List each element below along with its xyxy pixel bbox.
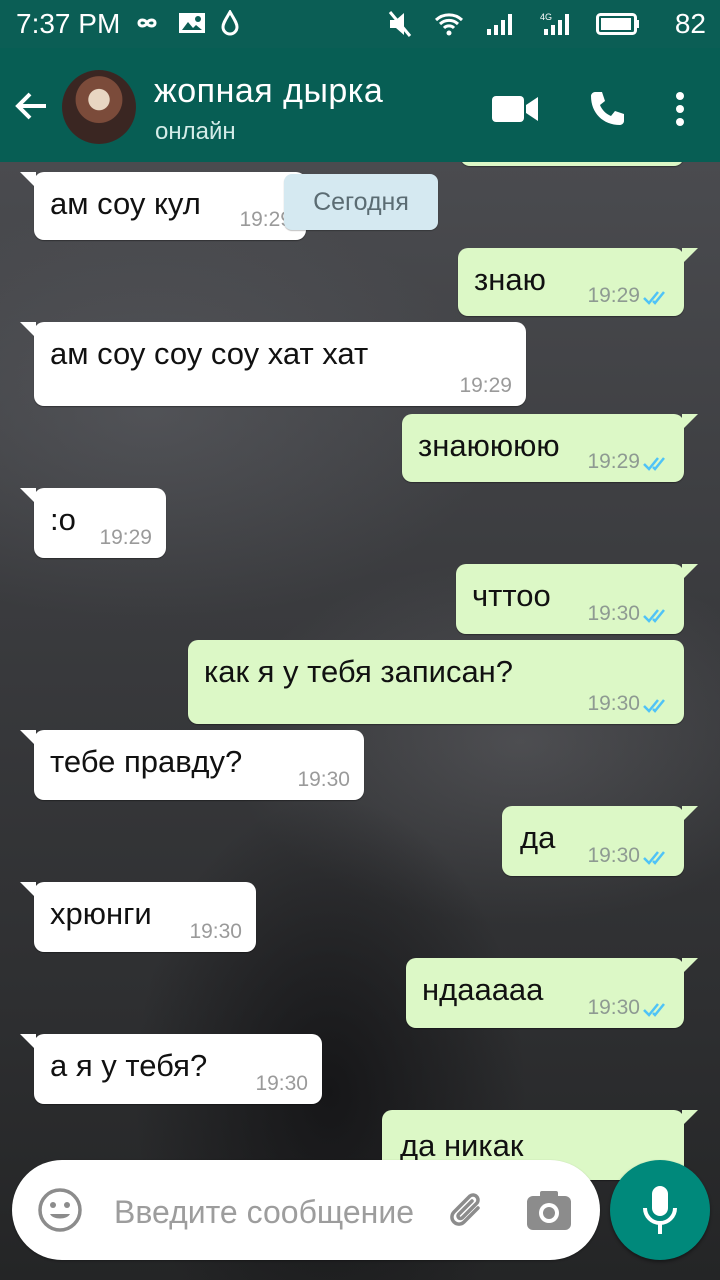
message-time: 19:30 (255, 1072, 308, 1095)
video-call-button[interactable] (490, 84, 540, 134)
message-time: 19:30 (587, 996, 640, 1019)
message-bubble-outgoing[interactable]: знаю 19:29 (458, 248, 698, 316)
message-bubble-outgoing[interactable]: ндааааа 19:30 (406, 958, 698, 1028)
read-ticks-icon (643, 291, 665, 305)
message-time: 19:30 (587, 844, 640, 867)
message-bubble-outgoing[interactable]: да 19:30 (502, 806, 698, 876)
drop-icon (221, 10, 239, 36)
status-time: 7:37 PM (16, 8, 121, 39)
message-text: ам соу кул (50, 186, 201, 221)
message-time: 19:30 (297, 768, 350, 791)
message-bubble-outgoing[interactable] (460, 162, 684, 166)
message-time: 19:29 (587, 284, 640, 307)
read-ticks-icon (643, 1003, 665, 1017)
message-bubble-incoming[interactable]: а я у тебя? 19:30 (20, 1034, 322, 1104)
message-time: 19:30 (587, 602, 640, 625)
svg-text:4G: 4G (540, 12, 552, 22)
paperclip-icon[interactable] (444, 1186, 494, 1236)
message-bubble-incoming[interactable]: тебе правду? 19:30 (20, 730, 364, 800)
microphone-icon (643, 1186, 677, 1234)
message-bubble-outgoing[interactable]: как я у тебя записан? 19:30 (188, 640, 684, 724)
video-call-icon (492, 96, 538, 122)
message-composer (12, 1160, 600, 1260)
date-chip: Сегодня (284, 174, 438, 230)
message-text: хрюнги (50, 896, 152, 931)
message-text: тебе правду? (50, 744, 243, 779)
message-time: 19:29 (587, 450, 640, 473)
chat-area[interactable]: ам соу кул 19:29 Сегодня знаю 19:29 ам с… (0, 162, 720, 1280)
read-ticks-icon (643, 457, 665, 471)
message-time: 19:29 (99, 526, 152, 549)
image-icon (179, 13, 205, 33)
phone-icon (591, 92, 624, 125)
chat-header: жопная дырка онлайн (0, 48, 720, 162)
voice-call-button[interactable] (582, 84, 632, 134)
message-text: а я у тебя? (50, 1048, 208, 1083)
message-text: да никак (400, 1128, 524, 1163)
mic-button[interactable] (610, 1160, 710, 1260)
message-text: да (520, 820, 556, 855)
message-time: 19:30 (587, 692, 640, 715)
message-bubble-outgoing[interactable]: знаюююю 19:29 (402, 414, 698, 482)
camera-icon[interactable] (524, 1186, 574, 1236)
more-vert-icon (676, 92, 684, 126)
read-ticks-icon (643, 609, 665, 623)
wifi-icon (434, 13, 464, 36)
message-time: 19:30 (189, 920, 242, 943)
message-input[interactable] (112, 1186, 466, 1238)
message-bubble-incoming[interactable]: ам соу соу соу хат хат 19:29 (20, 322, 526, 406)
status-bar: 7:37 PM 4G 82 (0, 0, 720, 48)
contact-name[interactable]: жопная дырка (154, 72, 383, 111)
message-time: 19:29 (459, 374, 512, 397)
message-bubble-outgoing[interactable]: чттоо 19:30 (456, 564, 698, 634)
contact-status: онлайн (155, 118, 236, 145)
back-arrow-icon[interactable] (10, 84, 54, 128)
message-bubble-incoming[interactable]: :o 19:29 (20, 488, 166, 558)
mute-icon (388, 11, 412, 37)
battery-icon (596, 13, 639, 35)
read-ticks-icon (643, 699, 665, 713)
message-bubble-incoming[interactable]: хрюнги 19:30 (20, 882, 256, 952)
emoji-icon[interactable] (36, 1186, 84, 1234)
battery-level: 82 (674, 8, 706, 39)
message-text: знаюююю (418, 428, 560, 463)
message-text: знаю (474, 262, 546, 297)
message-text: :o (50, 502, 76, 537)
message-text: ам соу соу соу хат хат (50, 336, 369, 371)
message-text: как я у тебя записан? (204, 654, 514, 689)
avatar[interactable] (62, 70, 136, 144)
infinity-icon (137, 18, 157, 28)
message-text: чттоо (472, 578, 551, 613)
read-ticks-icon (643, 851, 665, 865)
message-text: ндааааа (422, 972, 544, 1007)
more-options-button[interactable] (655, 84, 705, 134)
signal-icon (487, 14, 512, 35)
message-bubble-incoming[interactable]: ам соу кул 19:29 (20, 172, 306, 240)
signal-4g-icon: 4G (540, 12, 569, 35)
